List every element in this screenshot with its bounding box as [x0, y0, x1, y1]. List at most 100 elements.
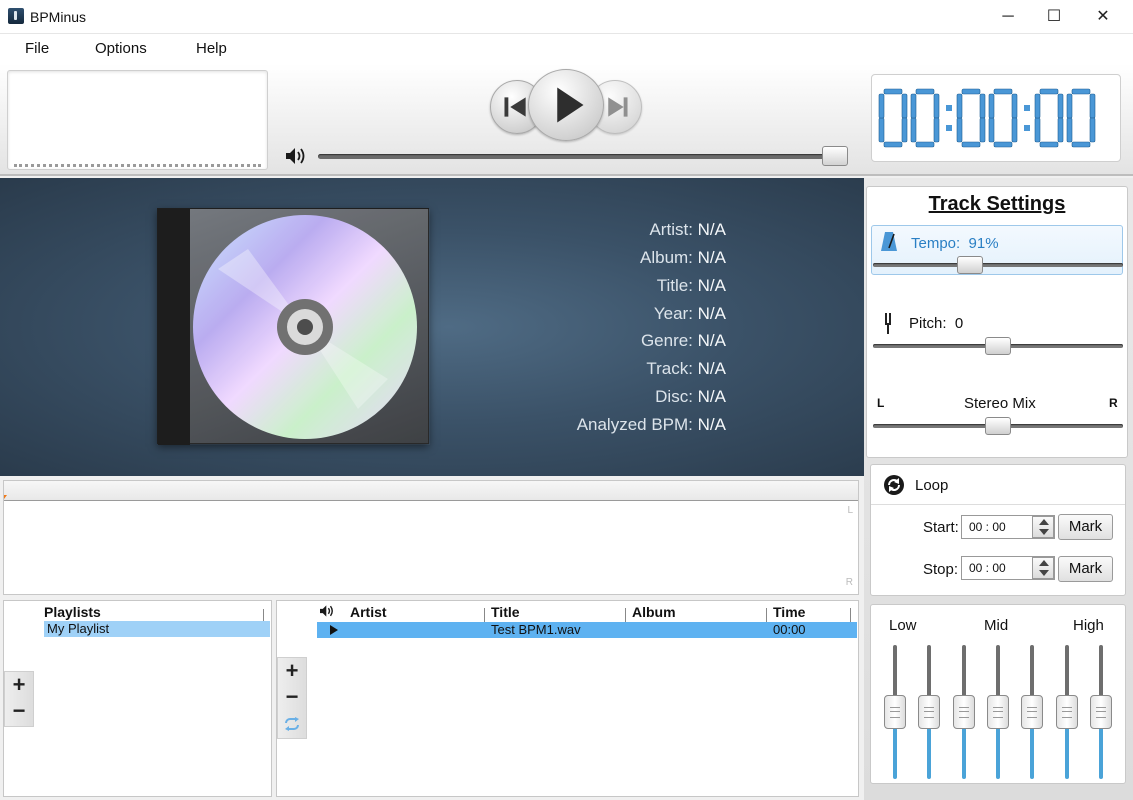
stereo-left-label: L: [877, 396, 885, 410]
meta-title: Title: N/A: [656, 276, 726, 295]
playlist-item[interactable]: My Playlist: [44, 621, 270, 637]
remove-track-button[interactable]: −: [278, 685, 306, 711]
loop-header[interactable]: Loop: [871, 465, 1125, 505]
play-icon: [557, 87, 584, 123]
eq-band-level[interactable]: [927, 727, 932, 779]
volume-icon[interactable]: [284, 146, 308, 166]
lcd-clock: [878, 88, 1096, 148]
tempo-label: Tempo: 91%: [911, 235, 999, 252]
volume-slider-thumb[interactable]: [822, 146, 848, 166]
close-button[interactable]: ✕: [1080, 0, 1126, 34]
eq-band-thumb[interactable]: [918, 695, 941, 729]
eq-band-thumb[interactable]: [884, 695, 906, 729]
eq-band-thumb[interactable]: [1021, 695, 1044, 729]
playlists-header[interactable]: Playlists: [44, 604, 101, 620]
remove-playlist-button[interactable]: −: [5, 699, 33, 725]
menu-file[interactable]: File: [25, 40, 49, 57]
column-separator: [625, 608, 626, 622]
clock-digit-segment: [988, 93, 995, 119]
clock-digit-segment: [1071, 88, 1091, 95]
repeat-icon[interactable]: [284, 717, 300, 731]
eq-band-level[interactable]: [893, 727, 897, 779]
eq-band-thumb[interactable]: [952, 695, 975, 729]
eq-band-track[interactable]: [1064, 645, 1069, 701]
clock-digit-segment: [956, 117, 963, 143]
eq-band-level[interactable]: [995, 727, 1000, 779]
loop-start-mark-button[interactable]: Mark: [1058, 514, 1113, 540]
meta-year: Year: N/A: [653, 304, 726, 323]
clock-digit-segment: [1057, 117, 1064, 143]
minimize-button[interactable]: ─: [985, 0, 1031, 34]
waveform-ruler[interactable]: [4, 481, 858, 501]
loop-panel: Loop Start: 00 : 00 Mark Stop: 00 : 00 M…: [870, 464, 1126, 596]
eq-mid-label: Mid: [984, 617, 1009, 634]
eq-band-thumb[interactable]: [1055, 695, 1078, 729]
clock-colon-dot: [946, 125, 952, 131]
meta-disc: Disc: N/A: [655, 387, 726, 406]
clock-digit-segment: [910, 93, 917, 119]
column-artist[interactable]: Artist: [350, 604, 387, 620]
column-time[interactable]: Time: [773, 604, 805, 620]
cd-icon: [158, 209, 430, 445]
column-separator: [484, 608, 485, 622]
stereo-slider-thumb[interactable]: [985, 417, 1011, 435]
loop-stop-spinner[interactable]: [1032, 557, 1054, 579]
menu-options[interactable]: Options: [95, 40, 147, 57]
column-album[interactable]: Album: [632, 604, 676, 620]
clock-digit-segment: [1039, 141, 1059, 148]
eq-band-thumb[interactable]: [1089, 695, 1112, 729]
clock-digit-segment: [1066, 93, 1073, 119]
clock-digit-segment: [1039, 88, 1059, 95]
eq-band-thumb[interactable]: [986, 695, 1009, 729]
playlists-panel: Playlists My Playlist + −: [3, 600, 272, 797]
clock-digit-segment: [1089, 117, 1096, 143]
meta-bpm: Analyzed BPM: N/A: [576, 415, 726, 434]
loop-start-spinner[interactable]: [1032, 516, 1054, 538]
waveform-left-channel: L: [847, 505, 853, 516]
loop-stop-mark-button[interactable]: Mark: [1058, 556, 1113, 582]
clock-digit-segment: [1066, 117, 1073, 143]
menu-bar: File Options Help: [0, 34, 1133, 64]
eq-band-level[interactable]: [1098, 727, 1103, 779]
volume-slider-track[interactable]: [318, 154, 842, 159]
clock-digit-segment: [901, 93, 908, 119]
eq-band-level[interactable]: [1064, 727, 1069, 779]
clock-digit-segment: [961, 88, 981, 95]
tempo-slider-track[interactable]: [873, 263, 1123, 267]
eq-band-track[interactable]: [927, 645, 932, 701]
clock-digit-segment: [988, 117, 995, 143]
play-button[interactable]: [528, 69, 604, 141]
eq-band-track[interactable]: [893, 645, 897, 701]
table-row[interactable]: Test BPM1.wav 00:00: [317, 622, 857, 638]
eq-band-level[interactable]: [1030, 727, 1035, 779]
waveform-view[interactable]: L R: [3, 480, 859, 595]
row-time: 00:00: [773, 622, 806, 637]
clock-digit-segment: [910, 117, 917, 143]
add-playlist-button[interactable]: +: [5, 673, 33, 699]
column-separator: [766, 608, 767, 622]
eq-band-track[interactable]: [1098, 645, 1103, 701]
tempo-slider-thumb[interactable]: [957, 256, 983, 274]
menu-help[interactable]: Help: [196, 40, 227, 57]
clock-digit-segment: [1011, 117, 1018, 143]
column-title[interactable]: Title: [491, 604, 520, 620]
stereo-mix-label: Stereo Mix: [964, 395, 1036, 412]
maximize-button[interactable]: ☐: [1031, 0, 1077, 34]
pitch-slider-thumb[interactable]: [985, 337, 1011, 355]
loop-start-label: Start:: [923, 519, 959, 536]
meta-album: Album: N/A: [640, 248, 726, 267]
eq-band-track[interactable]: [1030, 645, 1035, 701]
clock-digit-segment: [933, 117, 940, 143]
playhead-marker[interactable]: [4, 495, 7, 499]
add-track-button[interactable]: +: [278, 659, 306, 685]
track-buttons: + −: [277, 657, 307, 739]
tempo-section: Tempo: 91%: [871, 225, 1123, 275]
clock-digit-segment: [915, 88, 935, 95]
clock-digit-segment: [1011, 93, 1018, 119]
eq-band-level[interactable]: [961, 727, 966, 779]
clock-digit-segment: [1034, 93, 1041, 119]
stereo-right-label: R: [1109, 396, 1118, 410]
eq-band-track[interactable]: [961, 645, 966, 701]
eq-band-track[interactable]: [995, 645, 1000, 701]
equalizer-panel: Low Mid High: [870, 604, 1126, 784]
